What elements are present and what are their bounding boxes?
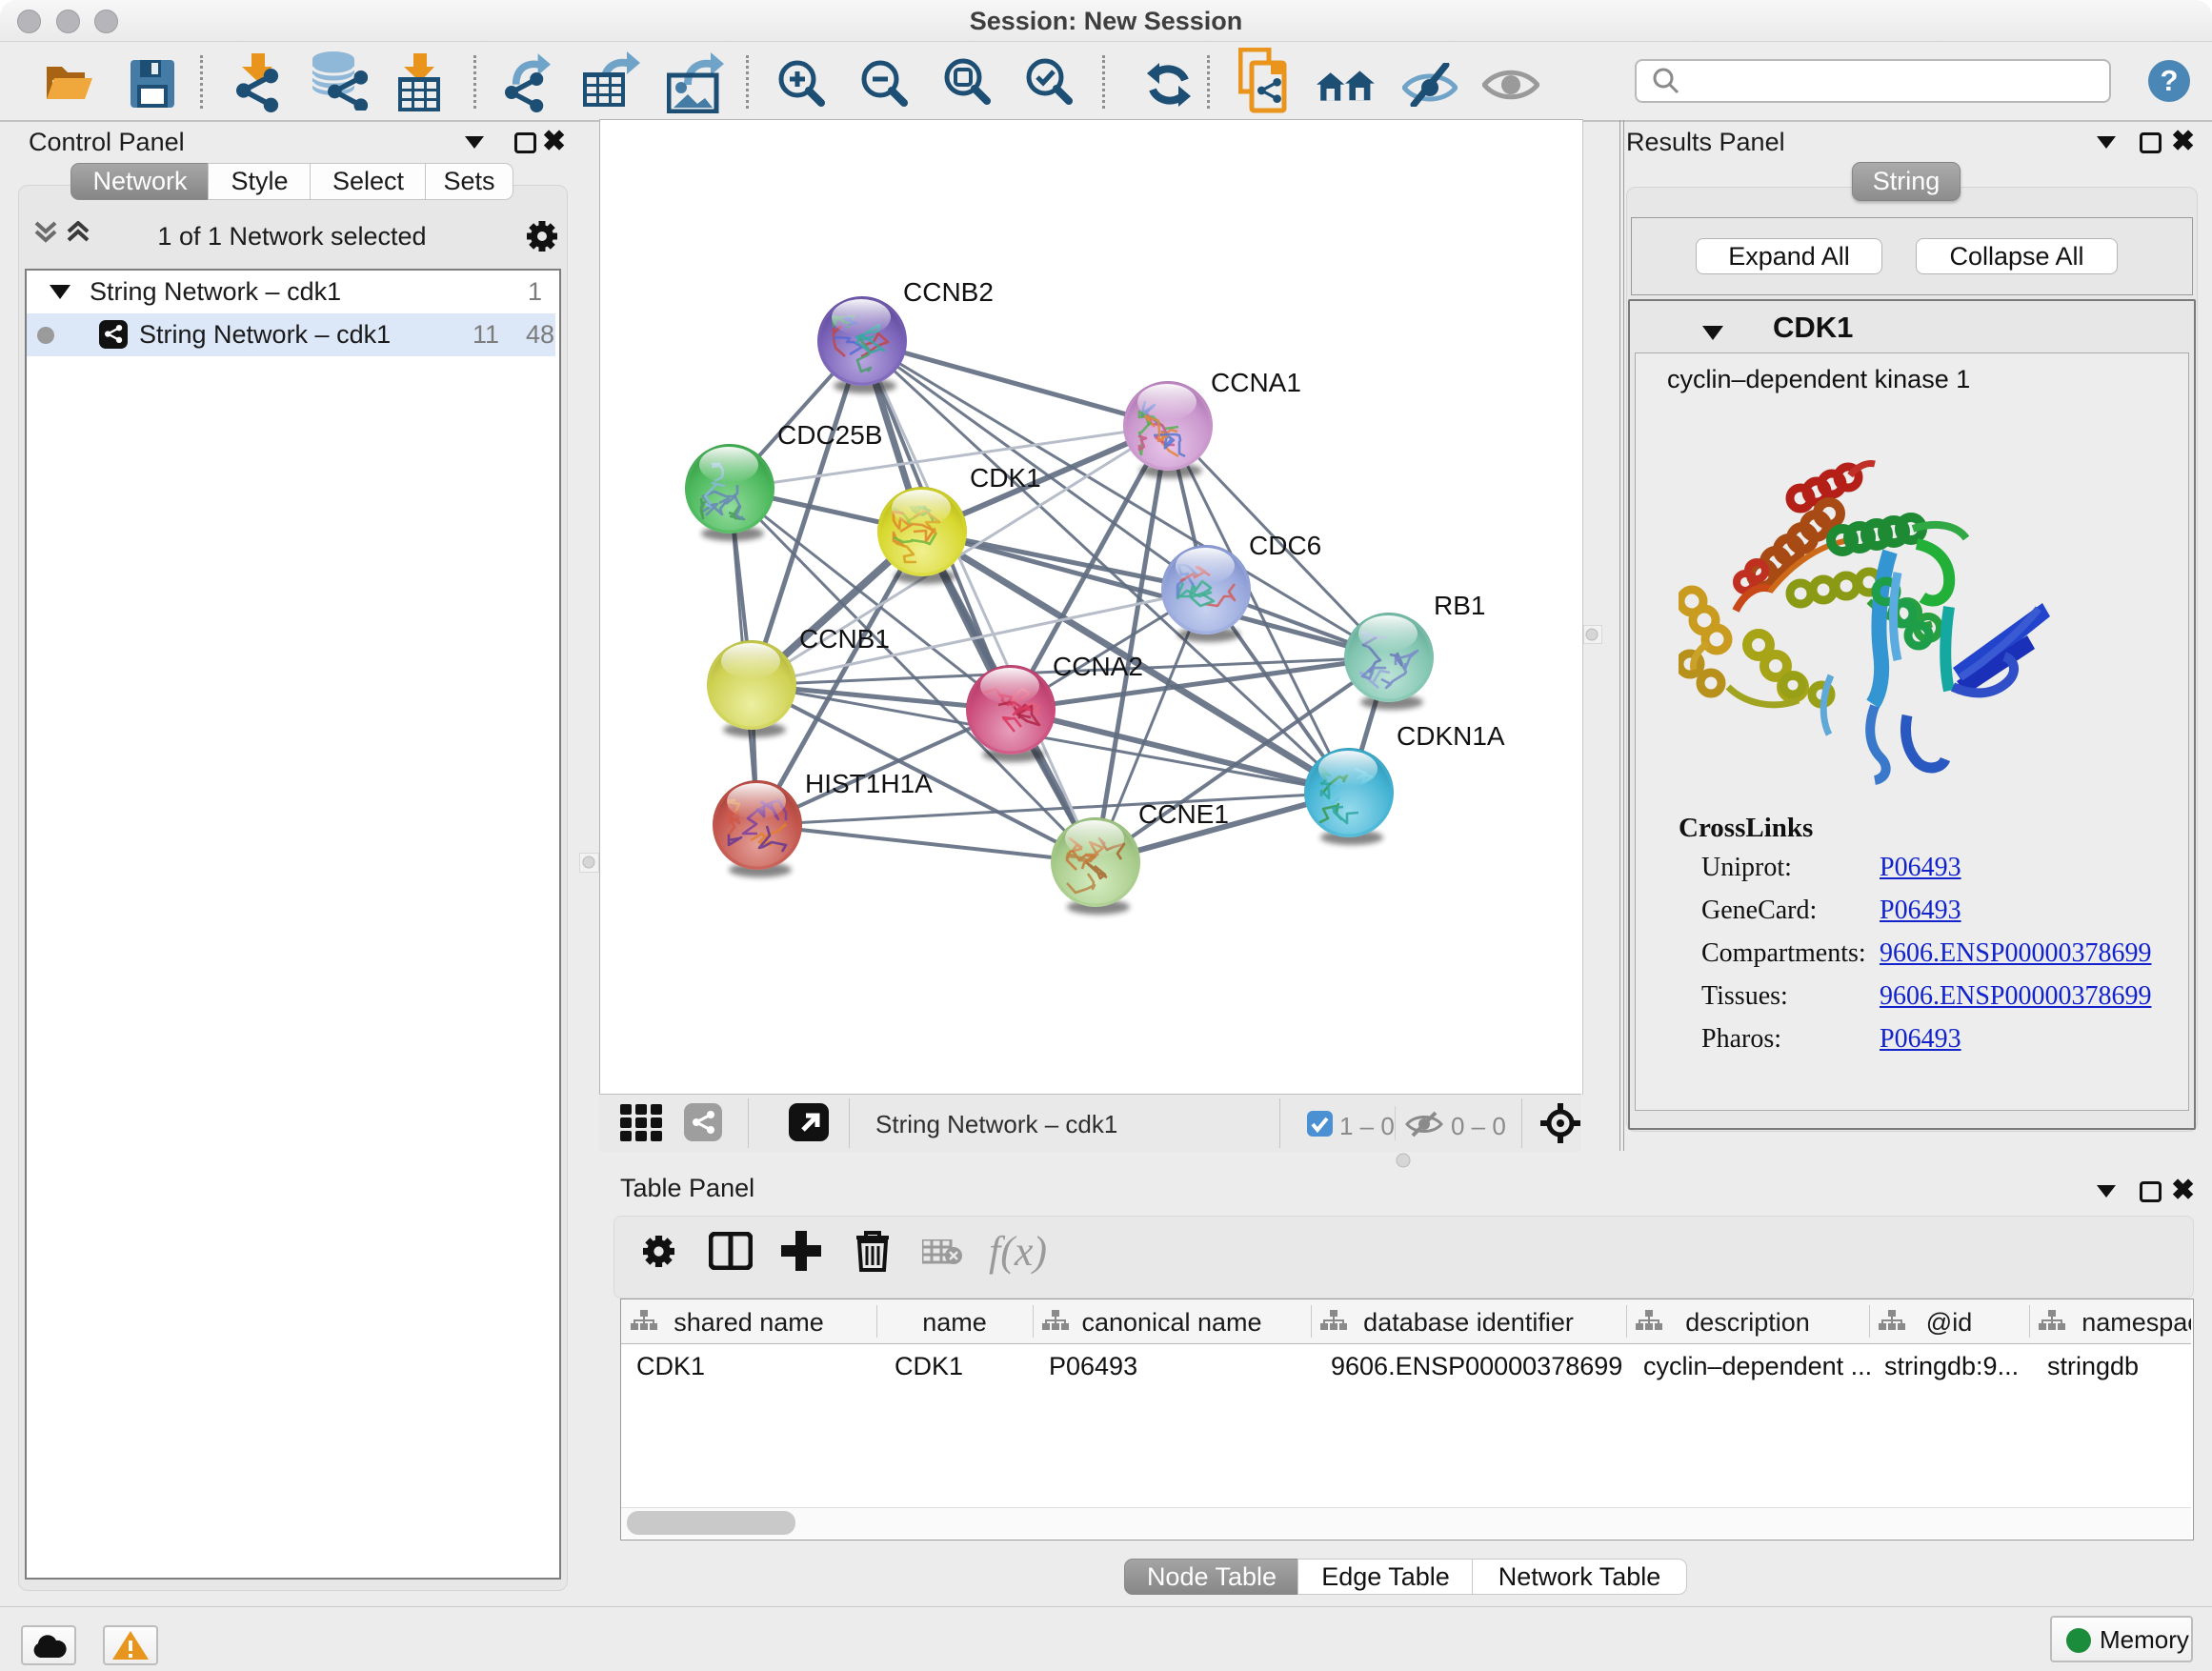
svg-text:CCNB2: CCNB2 [903,277,994,307]
svg-text:CDC6: CDC6 [1249,531,1321,560]
svg-text:HIST1H1A: HIST1H1A [805,769,933,798]
svg-text:CCNA1: CCNA1 [1211,368,1301,397]
svg-text:CDKN1A: CDKN1A [1397,721,1505,751]
svg-text:CCNA2: CCNA2 [1053,652,1143,681]
svg-text:CDC25B: CDC25B [777,420,882,450]
svg-text:CCNE1: CCNE1 [1138,799,1229,829]
svg-text:RB1: RB1 [1434,591,1485,620]
svg-text:CCNB1: CCNB1 [799,624,890,654]
svg-text:CDK1: CDK1 [970,463,1041,493]
